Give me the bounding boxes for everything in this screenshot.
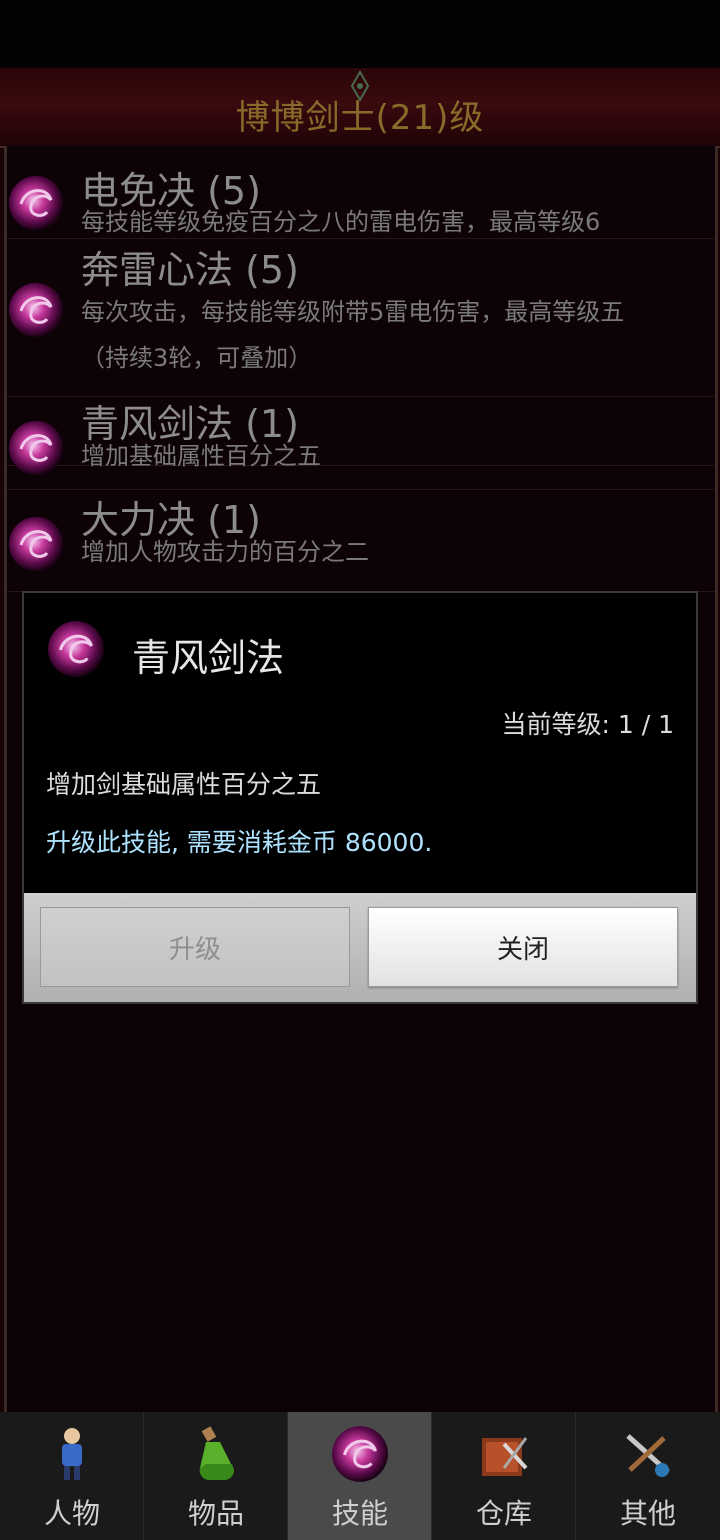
nav-item-warehouse[interactable]: 仓库 (432, 1412, 576, 1540)
skill-name: 奔雷心法 (5) (81, 248, 299, 292)
nav-label: 其他 (619, 1497, 676, 1530)
skill-description: 每技能等级免疫百分之八的雷电伤害，最高等级6 (81, 208, 601, 236)
skill-item-dalijue[interactable]: 大力决 (1) 增加人物攻击力的百分之二 (7, 491, 715, 592)
skill-detail-dialog: 青风剑法 当前等级: 1 / 1 增加剑基础属性百分之五 升级此技能, 需要消耗… (22, 591, 698, 1004)
skill-orb-icon (9, 176, 63, 230)
skill-orb-icon (9, 421, 63, 475)
potion-icon (199, 1426, 234, 1480)
skill-item-qingfengjianfa[interactable]: 青风剑法 (1) 增加基础属性百分之五 (7, 396, 715, 490)
skill-description: 增加基础属性百分之五 (81, 442, 321, 470)
skill-orb-icon (332, 1426, 388, 1482)
skill-orb-icon (9, 517, 63, 571)
nav-item-items[interactable]: 物品 (144, 1412, 288, 1540)
current-level: 当前等级: 1 / 1 (501, 710, 675, 739)
warehouse-icon (482, 1437, 528, 1476)
skill-description-extra: （持续3轮，可叠加） (81, 344, 313, 372)
upgrade-button[interactable]: 升级 (40, 907, 350, 987)
skill-item-dianmianjue[interactable]: 电免决 (5) 每技能等级免疫百分之八的雷电伤害，最高等级6 (7, 146, 715, 239)
skill-orb-icon (9, 283, 63, 337)
skill-description: 增加人物攻击力的百分之二 (81, 538, 369, 566)
nav-label: 物品 (187, 1497, 244, 1530)
window-header: 博博剑士(21)级 (0, 68, 720, 148)
nav-item-skills[interactable]: 技能 (288, 1412, 432, 1540)
character-icon (62, 1428, 82, 1480)
close-button[interactable]: 关闭 (368, 907, 678, 987)
skill-orb-icon (48, 621, 104, 677)
dialog-description: 增加剑基础属性百分之五 (46, 770, 322, 799)
bottom-nav: 人物 物品 技能 仓库 其他 (0, 1412, 720, 1540)
settings-weapon-icon (626, 1434, 670, 1477)
nav-item-other[interactable]: 其他 (576, 1412, 720, 1540)
dialog-title: 青风剑法 (132, 636, 285, 680)
status-bar (0, 0, 720, 68)
skill-description: 每次攻击，每技能等级附带5雷电伤害，最高等级五 (81, 298, 625, 326)
dialog-button-bar: 升级 关闭 (24, 893, 696, 1002)
nav-label: 技能 (331, 1497, 388, 1530)
nav-label: 仓库 (475, 1497, 532, 1530)
nav-label: 人物 (43, 1497, 100, 1530)
page-title: 博博剑士(21)级 (235, 98, 485, 138)
nav-item-character[interactable]: 人物 (0, 1412, 144, 1540)
upgrade-cost: 升级此技能, 需要消耗金币 86000. (46, 828, 433, 857)
